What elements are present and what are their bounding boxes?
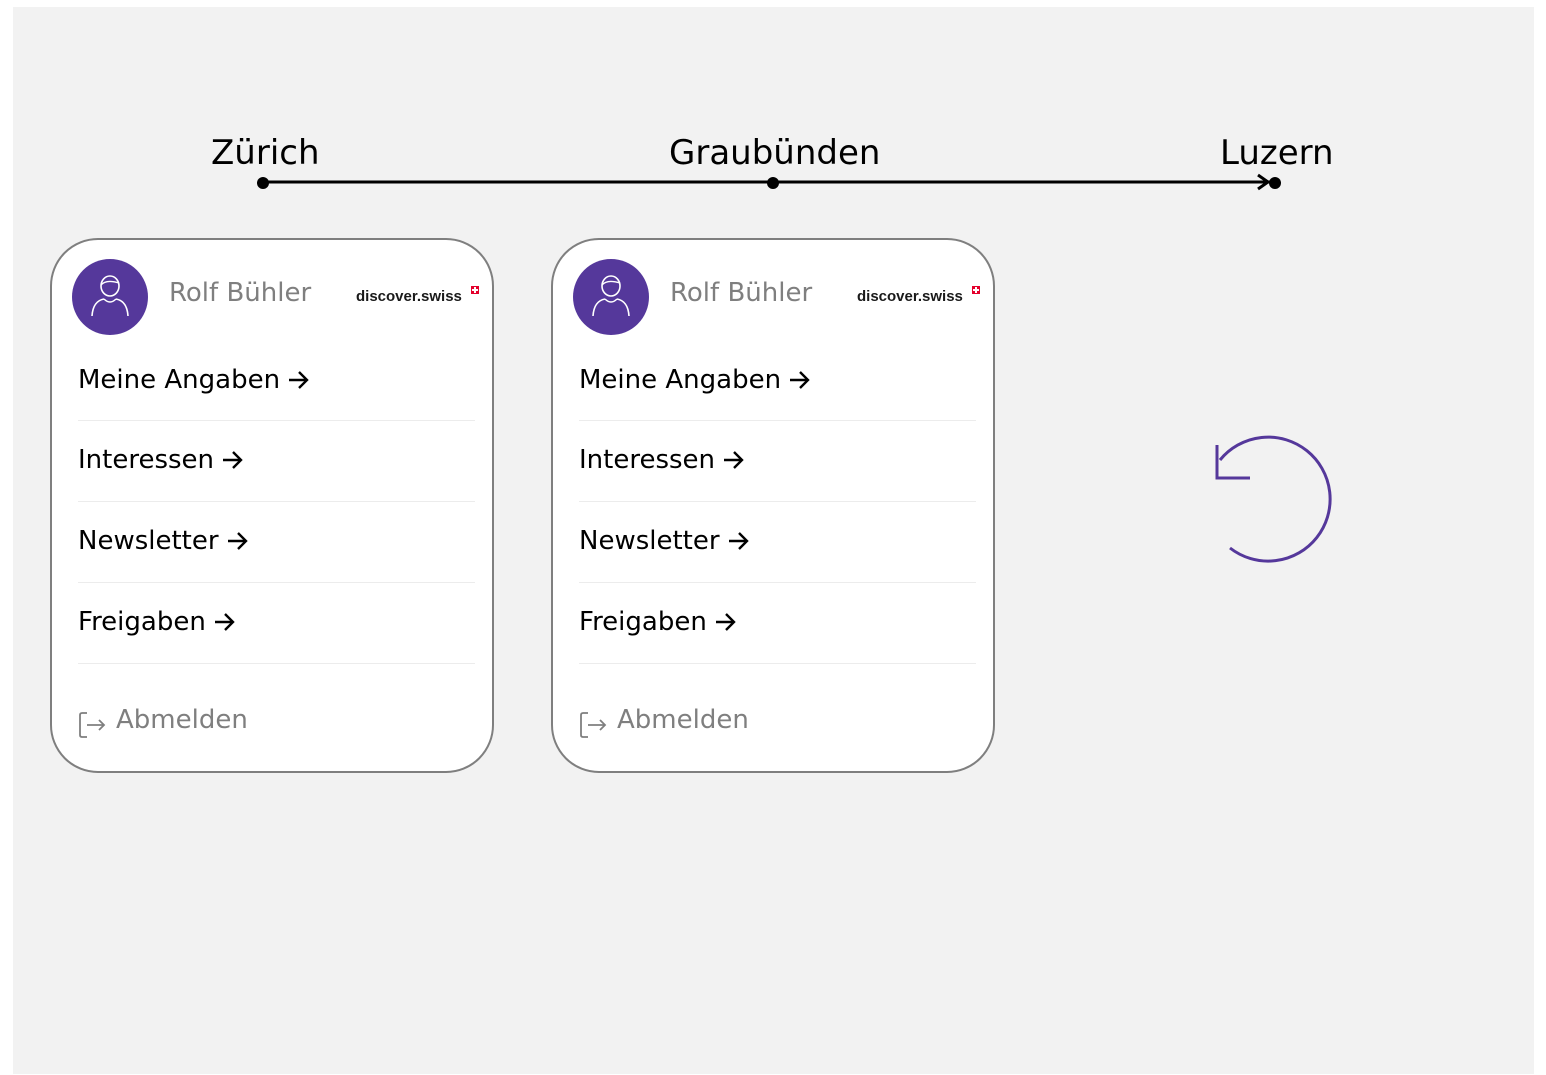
swiss-flag-icon — [471, 286, 479, 294]
arrow-right-icon — [724, 451, 744, 469]
person-icon — [592, 275, 630, 317]
arrow-right-icon — [790, 371, 810, 389]
menu-item-label: Interessen — [78, 445, 244, 475]
logout-label: Abmelden — [617, 705, 749, 735]
avatar[interactable] — [72, 259, 148, 335]
arrow-right-icon — [214, 613, 235, 631]
profile-menu: Meine Angaben Interessen Newsletter Frei… — [579, 341, 976, 664]
avatar[interactable] — [573, 259, 649, 335]
arrow-right-icon — [289, 371, 309, 389]
brand-logo: discover.swiss — [857, 288, 963, 305]
menu-item-label: Meine Angaben — [579, 365, 811, 395]
arrow-right-icon — [223, 451, 243, 469]
logout-label: Abmelden — [116, 705, 248, 735]
menu-item-meine-angaben[interactable]: Meine Angaben — [579, 341, 976, 421]
user-name: Rolf Bühler — [670, 278, 813, 308]
arrow-right-icon — [227, 532, 248, 550]
menu-item-label: Meine Angaben — [78, 365, 310, 395]
menu-item-label: Newsletter — [78, 526, 249, 556]
profile-menu-card: Rolf Bühler discover.swiss Meine Angaben… — [551, 238, 995, 773]
arrow-right-icon — [728, 532, 749, 550]
menu-item-interessen[interactable]: Interessen — [78, 421, 475, 502]
menu-item-label: Freigaben — [579, 607, 737, 637]
brand-logo: discover.swiss — [356, 288, 462, 305]
menu-item-label: Freigaben — [78, 607, 236, 637]
arrow-right-icon — [715, 613, 736, 631]
profile-menu-card: Rolf Bühler discover.swiss Meine Angaben… — [50, 238, 494, 773]
profile-menu: Meine Angaben Interessen Newsletter Frei… — [78, 341, 475, 664]
menu-item-interessen[interactable]: Interessen — [579, 421, 976, 502]
menu-item-freigaben[interactable]: Freigaben — [579, 583, 976, 664]
menu-item-label: Newsletter — [579, 526, 750, 556]
swiss-flag-icon — [972, 286, 980, 294]
user-name: Rolf Bühler — [169, 278, 312, 308]
logout-icon — [580, 712, 607, 738]
menu-item-meine-angaben[interactable]: Meine Angaben — [78, 341, 475, 421]
menu-item-newsletter[interactable]: Newsletter — [579, 502, 976, 583]
menu-item-label: Interessen — [579, 445, 745, 475]
person-icon — [91, 275, 129, 317]
menu-item-newsletter[interactable]: Newsletter — [78, 502, 475, 583]
reload-icon[interactable] — [1206, 430, 1346, 576]
menu-item-freigaben[interactable]: Freigaben — [78, 583, 475, 664]
logout-icon — [79, 712, 106, 738]
